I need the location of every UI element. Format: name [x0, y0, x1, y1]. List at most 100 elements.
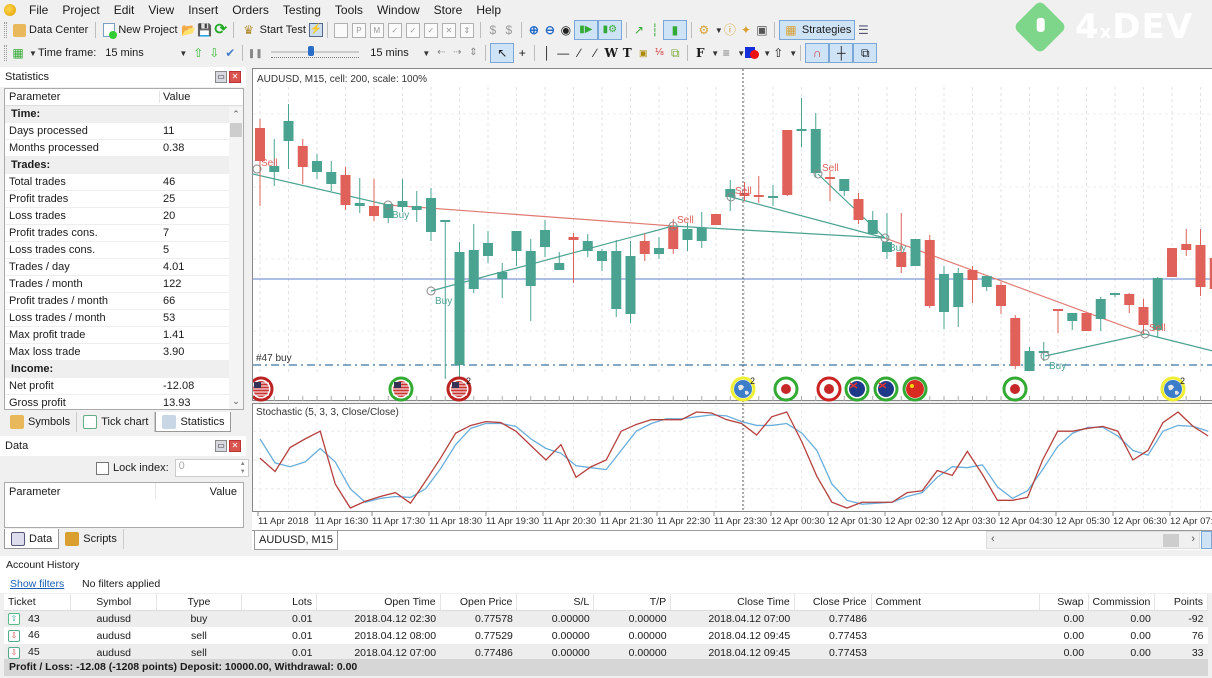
- refresh-icon[interactable]: ⟳: [213, 22, 229, 38]
- statistics-row[interactable]: Loss trades cons. 5: [5, 242, 243, 259]
- column-header-value[interactable]: Value: [160, 91, 228, 103]
- menu-edit[interactable]: Edit: [107, 3, 142, 17]
- au-news-event-icon[interactable]: [844, 376, 870, 402]
- statistics-row[interactable]: Max profit trade 1.41: [5, 327, 243, 344]
- bullish-candle[interactable]: [953, 268, 964, 327]
- bullish-candle[interactable]: [1067, 313, 1078, 330]
- bullish-candle[interactable]: [468, 224, 479, 293]
- statistics-row[interactable]: Gross profit 13.93: [5, 395, 243, 409]
- menu-view[interactable]: View: [141, 3, 181, 17]
- menu-tools[interactable]: Tools: [328, 3, 370, 17]
- sync-crosshair-button[interactable]: ┼: [829, 43, 854, 63]
- bar-chart-icon[interactable]: ┆: [647, 22, 663, 38]
- statistics-row[interactable]: Net profit -12.08: [5, 378, 243, 395]
- menu-orders[interactable]: Orders: [225, 3, 276, 17]
- trade-row[interactable]: ⇩ 46 audusd sell 0.01 2018.04.12 08:00 0.77529…: [4, 627, 1208, 644]
- tab-symbols[interactable]: Symbols: [4, 412, 78, 432]
- bullish-candle[interactable]: [810, 113, 821, 177]
- toolbar-grip[interactable]: [4, 22, 7, 38]
- bullish-candle[interactable]: [312, 154, 322, 179]
- label-n-icon[interactable]: ▣: [635, 45, 651, 61]
- menu-window[interactable]: Window: [370, 3, 427, 17]
- spin-down-icon[interactable]: ▼: [240, 469, 246, 475]
- bearish-candle[interactable]: [1181, 229, 1192, 256]
- cn-news-event-icon[interactable]: [902, 376, 928, 402]
- slider-timeframe-select[interactable]: 15 mins ▼: [367, 44, 433, 62]
- horizontal-line-icon[interactable]: —: [555, 45, 571, 61]
- tab-scripts[interactable]: Scripts: [59, 529, 124, 549]
- cursor-tool-button[interactable]: ↖: [490, 43, 515, 63]
- globe-news-event-icon[interactable]: 2: [730, 376, 756, 402]
- column-header-comment[interactable]: Comment: [871, 594, 1040, 611]
- column-header-close-time[interactable]: Close Time: [670, 594, 795, 611]
- statistics-section[interactable]: Trades:: [5, 157, 243, 174]
- bearish-candle[interactable]: [1010, 315, 1021, 369]
- price-chart[interactable]: #47 buy Sell Buy Buy Sell Sell Sell Buy Buy Sell…: [248, 68, 1212, 402]
- toolbar-grip[interactable]: [4, 45, 7, 61]
- money-in-icon[interactable]: $: [501, 22, 517, 38]
- bullish-candle[interactable]: [1038, 342, 1049, 361]
- arrow-up-icon[interactable]: ⇧: [190, 45, 206, 61]
- menu-file[interactable]: File: [22, 3, 55, 17]
- chart-tab-audusd[interactable]: AUDUSD, M15: [254, 531, 338, 550]
- channel-icon[interactable]: ⧉: [667, 45, 683, 61]
- bullish-candle[interactable]: [525, 239, 536, 321]
- bearish-candle[interactable]: [924, 235, 935, 308]
- bearish-candle[interactable]: [1124, 293, 1135, 313]
- us-news-event-icon[interactable]: [388, 376, 414, 402]
- trendline-icon[interactable]: ∕: [571, 45, 587, 61]
- bullish-candle[interactable]: [768, 185, 778, 206]
- statistics-row[interactable]: Loss trades / month 53: [5, 310, 243, 327]
- chart-play-button[interactable]: ▮▶: [573, 20, 598, 40]
- scroll-thumb[interactable]: [1163, 534, 1179, 547]
- fibo-tools-icon[interactable]: F: [692, 45, 708, 61]
- statistics-row[interactable]: Months processed 0.38: [5, 140, 243, 157]
- bullish-candle[interactable]: [411, 191, 422, 222]
- bearish-candle[interactable]: [782, 130, 793, 196]
- close-icon[interactable]: ✕: [229, 440, 241, 452]
- check-partial-icon[interactable]: ✓: [423, 22, 438, 38]
- fibonacci-icon[interactable]: ⅛: [651, 45, 667, 61]
- menu-store[interactable]: Store: [427, 3, 470, 17]
- shift-left-icon[interactable]: ⇠: [433, 45, 449, 61]
- statistics-row[interactable]: Profit trades cons. 7: [5, 225, 243, 242]
- bullish-candle[interactable]: [540, 220, 550, 257]
- bullish-candle[interactable]: [397, 179, 408, 212]
- bearish-candle[interactable]: [967, 266, 978, 303]
- bullish-candle[interactable]: [426, 188, 436, 241]
- tab-tick-chart[interactable]: Tick chart: [77, 412, 156, 432]
- screenshot-icon[interactable]: ▣: [754, 22, 770, 38]
- statistics-row[interactable]: Total trades 46: [5, 174, 243, 191]
- price-chart-canvas[interactable]: #47 buy Sell Buy Buy Sell Sell Sell Buy Buy Sell…: [248, 69, 1212, 402]
- bullish-candle[interactable]: [625, 241, 636, 323]
- start-test-button[interactable]: ♛ Start Test: [238, 20, 309, 40]
- ray-icon[interactable]: ∕: [587, 45, 603, 61]
- restore-icon[interactable]: ▭: [215, 71, 227, 83]
- clear-icon[interactable]: ✦: [738, 22, 754, 38]
- column-header-type[interactable]: Type: [156, 594, 242, 611]
- chart-settings-button[interactable]: ▮⚙: [597, 20, 622, 40]
- bullish-candle[interactable]: [483, 231, 493, 263]
- magnet-button[interactable]: ∩: [805, 43, 830, 63]
- column-header-ticket[interactable]: Ticket: [4, 594, 72, 611]
- target-news-event-icon[interactable]: [773, 376, 799, 402]
- bullish-candle[interactable]: [839, 179, 850, 196]
- bearish-candle[interactable]: [996, 282, 1006, 314]
- column-header-points[interactable]: Points: [1154, 594, 1208, 611]
- bullish-candle[interactable]: [867, 211, 878, 235]
- speed-slider[interactable]: [271, 45, 360, 61]
- tab-statistics[interactable]: Statistics: [155, 412, 232, 432]
- new-chart-icon[interactable]: ▦: [10, 45, 26, 61]
- list-icon[interactable]: ☰: [855, 22, 871, 38]
- tab-data[interactable]: Data: [4, 529, 60, 549]
- m-order-icon[interactable]: M: [369, 22, 384, 38]
- menu-project[interactable]: Project: [55, 3, 106, 17]
- statistics-row[interactable]: Max loss trade 3.90: [5, 344, 243, 361]
- modify-order-icon[interactable]: ⇕: [459, 22, 474, 38]
- bearish-candle[interactable]: [711, 214, 721, 225]
- bearish-candle[interactable]: [1167, 248, 1177, 277]
- target-news-event-icon[interactable]: [816, 376, 842, 402]
- show-filters-link[interactable]: Show filters: [10, 575, 64, 593]
- chart-horizontal-scrollbar[interactable]: ‹ ›: [986, 531, 1200, 549]
- color-dropdown[interactable]: ▼: [760, 44, 771, 62]
